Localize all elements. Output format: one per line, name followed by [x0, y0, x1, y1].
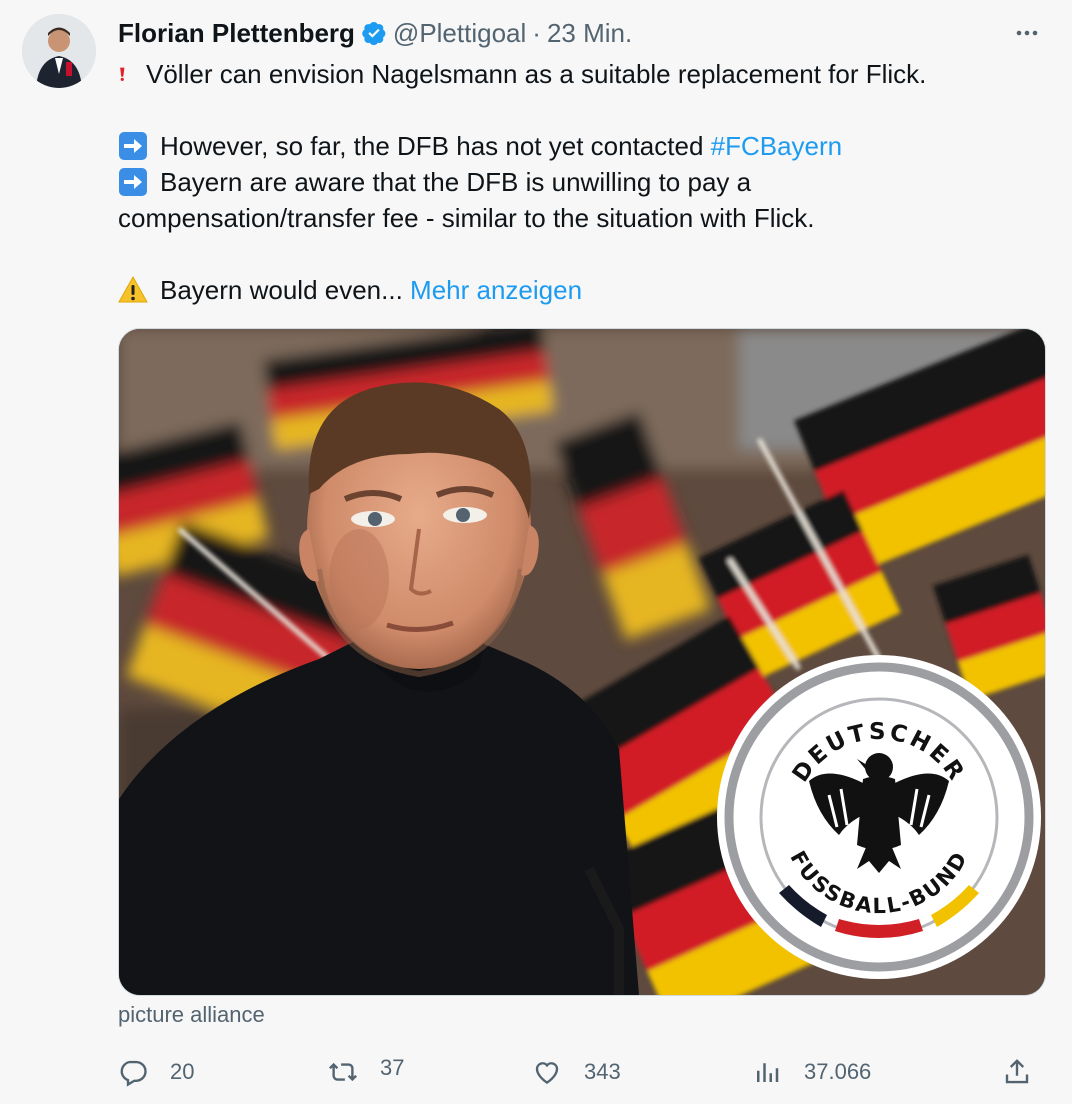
tweet-line-4: compensation/transfer fee - similar to t…	[118, 203, 815, 233]
share-button[interactable]	[1002, 1050, 1032, 1094]
show-more-link[interactable]: Mehr anzeigen	[410, 272, 582, 308]
tweet-media-image[interactable]: DEUTSCHER FUSSBALL-BUND	[118, 328, 1046, 996]
exclamation-icon	[120, 67, 125, 81]
warning-icon	[118, 275, 148, 303]
author-handle[interactable]: @Plettigoal	[393, 18, 526, 49]
arrow-right-icon	[119, 168, 147, 196]
arrow-right-icon	[119, 132, 147, 160]
views-button[interactable]: 37.066	[752, 1050, 871, 1094]
tweet-line: Bayern would even... Mehr anzeigen	[118, 272, 1018, 308]
reply-icon	[120, 1060, 147, 1087]
media-caption: picture alliance	[118, 1002, 265, 1027]
tweet-line: Bayern are aware that the DFB is unwilli…	[118, 164, 1018, 200]
views-icon	[757, 1063, 779, 1082]
tweet-actions: 20 37 343 37.066	[118, 1050, 1038, 1094]
retweet-button[interactable]: 37	[328, 1050, 404, 1094]
tweet-line-1: Völler can envision Nagelsmann as a suit…	[146, 59, 927, 89]
views-count: 37.066	[804, 1059, 872, 1084]
tweet-line-3: Bayern are aware that the DFB is unwilli…	[160, 167, 752, 197]
tweet-line-2: However, so far, the DFB has not yet con…	[160, 131, 711, 161]
retweet-count: 37	[380, 1055, 405, 1080]
tweet-line-5: Bayern would even...	[160, 275, 411, 305]
retweet-icon	[329, 1062, 357, 1082]
tweet-line: However, so far, the DFB has not yet con…	[118, 128, 1018, 164]
author-name[interactable]: Florian Plettenberg	[118, 18, 355, 49]
more-icon[interactable]	[1012, 18, 1042, 48]
share-icon	[1005, 1059, 1029, 1084]
like-count: 343	[584, 1059, 621, 1084]
reply-button[interactable]: 20	[118, 1050, 194, 1094]
separator-dot: ·	[532, 17, 541, 48]
verified-badge-icon	[362, 21, 386, 46]
like-icon	[535, 1062, 559, 1085]
tweet-timestamp[interactable]: 23 Min.	[547, 18, 632, 49]
hashtag-link[interactable]: #FCBayern	[711, 128, 843, 164]
tweet-header: Florian Plettenberg @Plettigoal · 23 Min…	[118, 14, 1042, 52]
tweet-text: Völler can envision Nagelsmann as a suit…	[118, 56, 1018, 308]
like-button[interactable]: 343	[532, 1050, 621, 1094]
tweet-line: compensation/transfer fee - similar to t…	[118, 200, 1018, 236]
reply-count: 20	[170, 1059, 195, 1084]
author-avatar[interactable]	[22, 14, 96, 88]
tweet-line: Völler can envision Nagelsmann as a suit…	[118, 56, 1018, 92]
